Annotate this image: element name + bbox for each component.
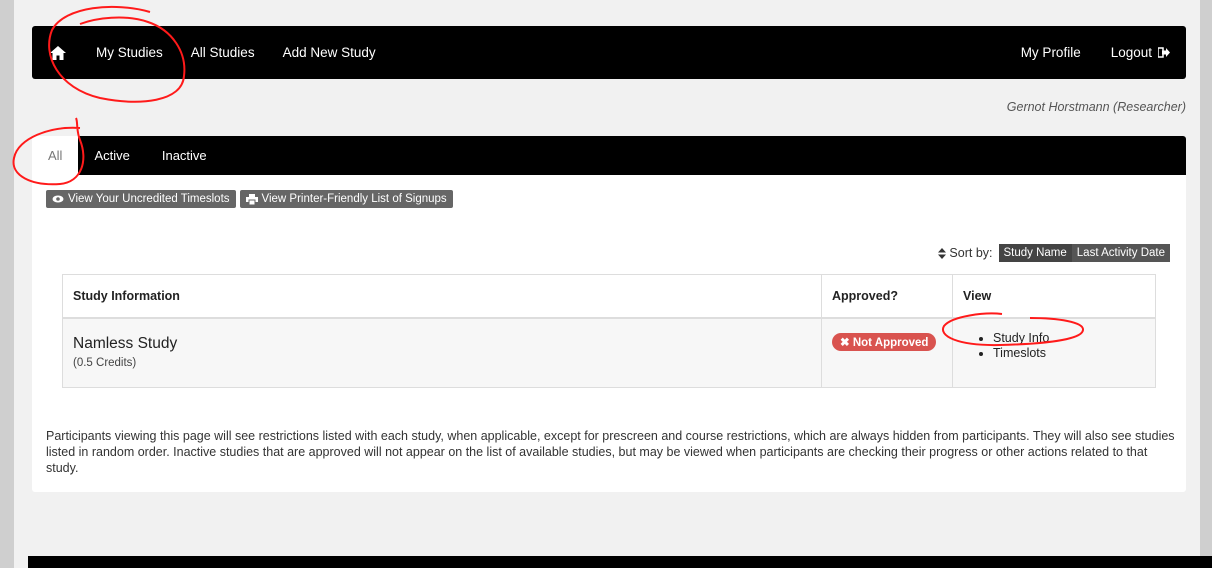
badge-label: Not Approved [852, 337, 929, 349]
participant-note: Participants viewing this page will see … [46, 429, 1175, 475]
top-navbar: My Studies All Studies Add New Study My … [32, 26, 1186, 79]
header-study-info: Study Information [62, 274, 822, 319]
table-header-row: Study Information Approved? View [62, 274, 1156, 319]
study-info-link[interactable]: Study Info [993, 331, 1049, 345]
not-approved-badge: ✖ Not Approved [832, 333, 937, 351]
user-label: Gernot Horstmann (Researcher) [1006, 100, 1186, 114]
status-tabs: All Active Inactive [32, 136, 1186, 175]
logout-icon [1158, 47, 1170, 58]
action-buttons: View Your Uncredited Timeslots View Prin… [46, 190, 453, 208]
tab-all[interactable]: All [32, 136, 79, 175]
page-container: My Studies All Studies Add New Study My … [14, 0, 1212, 568]
printer-icon [245, 193, 258, 205]
nav-all-studies[interactable]: All Studies [191, 45, 255, 60]
home-icon[interactable] [50, 45, 66, 61]
nav-add-new-study[interactable]: Add New Study [283, 45, 376, 60]
timeslots-link[interactable]: Timeslots [993, 346, 1046, 360]
header-view: View [952, 274, 1156, 319]
eye-icon [52, 195, 64, 203]
header-approved: Approved? [821, 274, 953, 319]
approved-cell: ✖ Not Approved [821, 317, 953, 388]
sort-label: Sort by: [949, 246, 993, 260]
tab-inactive[interactable]: Inactive [146, 136, 223, 175]
study-title: Namless Study [73, 335, 178, 352]
sort-label-group: Sort by: [938, 246, 993, 260]
logout-label: Logout [1110, 45, 1152, 60]
table-row: Namless Study (0.5 Credits) ✖ Not Approv… [62, 317, 1156, 388]
list-item: Timeslots [993, 346, 1145, 360]
view-links: Study Info Timeslots [963, 331, 1145, 360]
study-info-cell: Namless Study (0.5 Credits) [62, 317, 822, 388]
view-printer-friendly-button[interactable]: View Printer-Friendly List of Signups [239, 190, 453, 208]
view-cell: Study Info Timeslots [952, 317, 1156, 388]
study-credits: (0.5 Credits) [73, 357, 137, 369]
view-printer-label: View Printer-Friendly List of Signups [261, 193, 447, 205]
nav-logout[interactable]: Logout [1111, 45, 1170, 60]
sort-icon [938, 247, 947, 259]
sort-study-name[interactable]: Study Name [998, 244, 1072, 262]
sort-bar: Sort by: Study Name Last Activity Date [938, 244, 1170, 262]
content-card: All Active Inactive View Your Uncredited… [32, 136, 1186, 492]
footer-bar [28, 556, 1212, 568]
view-uncredited-timeslots-button[interactable]: View Your Uncredited Timeslots [46, 190, 236, 208]
nav-my-profile[interactable]: My Profile [1021, 45, 1081, 60]
list-item: Study Info [993, 331, 1145, 345]
studies-table: Study Information Approved? View Namless… [62, 274, 1156, 388]
x-icon: ✖ [840, 337, 850, 349]
sort-last-activity[interactable]: Last Activity Date [1071, 244, 1170, 262]
tab-active[interactable]: Active [78, 136, 145, 175]
nav-my-studies[interactable]: My Studies [96, 45, 163, 60]
view-uncredited-label: View Your Uncredited Timeslots [68, 193, 230, 205]
